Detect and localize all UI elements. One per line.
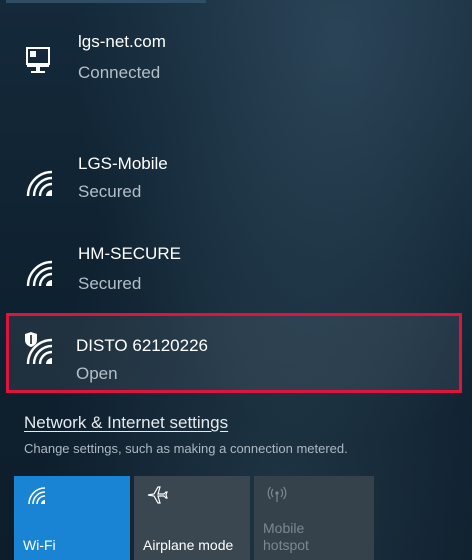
wifi-icon [26, 260, 53, 287]
top-accent-line [6, 0, 206, 3]
network-flyout: lgs-net.com Connected LGS-Mobile Secured… [0, 0, 472, 560]
network-item-lgs-mobile[interactable]: LGS-Mobile Secured [0, 154, 472, 218]
network-name: lgs-net.com [78, 32, 166, 51]
wifi-open-shield-icon [25, 332, 53, 365]
tile-label: Wi-Fi [23, 537, 56, 553]
wifi-toggle-tile[interactable]: Wi-Fi [14, 476, 130, 560]
network-status: Connected [78, 63, 161, 82]
hotspot-icon [267, 486, 287, 502]
network-item-hm-secure[interactable]: HM-SECURE Secured [0, 244, 472, 308]
tile-label-line2: hotspot [263, 537, 309, 553]
wifi-icon [28, 487, 46, 505]
ethernet-computer-icon [26, 47, 50, 73]
network-name: DISTO 62120226 [76, 336, 208, 355]
tile-label: Mobile hotspot [263, 520, 309, 554]
network-item-lgs-net[interactable]: lgs-net.com Connected [0, 32, 472, 96]
network-settings-link[interactable]: Network & Internet settings [24, 413, 228, 433]
network-name: HM-SECURE [78, 244, 181, 263]
network-status: Secured [78, 182, 142, 201]
airplane-mode-tile[interactable]: Airplane mode [134, 476, 250, 560]
network-item-disto[interactable]: DISTO 62120226 Open [0, 332, 472, 388]
airplane-icon [147, 486, 168, 504]
network-name: LGS-Mobile [78, 154, 168, 173]
network-status: Open [76, 364, 118, 383]
tile-label: Airplane mode [143, 537, 234, 553]
tile-label-line1: Mobile [263, 520, 305, 536]
network-status: Secured [78, 274, 142, 293]
network-settings-description: Change settings, such as making a connec… [24, 441, 348, 456]
mobile-hotspot-tile[interactable]: Mobile hotspot [254, 476, 374, 560]
wifi-icon [26, 170, 53, 197]
